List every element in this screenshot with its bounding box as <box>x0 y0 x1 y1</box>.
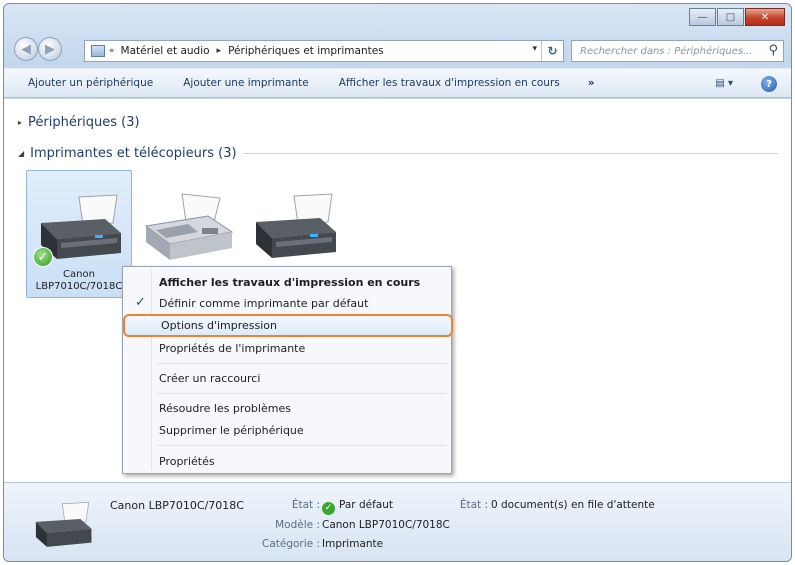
details-state-label: État : <box>291 499 320 511</box>
command-bar: Ajouter un périphérique Ajouter une impr… <box>4 68 791 98</box>
menu-item-label: Propriétés <box>159 454 215 468</box>
add-printer-button[interactable]: Ajouter une imprimante <box>183 77 308 89</box>
address-row: ◀ ▶ « Matériel et audio ▸ Périphériques … <box>4 34 791 64</box>
details-queue-value: 0 document(s) en file d'attente <box>491 499 655 511</box>
details-model-label: Modèle : <box>275 519 320 531</box>
add-device-button[interactable]: Ajouter un périphérique <box>28 77 153 89</box>
details-category-label: Catégorie : <box>261 538 320 550</box>
default-check-icon: ✓ <box>322 502 335 515</box>
breadcrumb-hardware-sound[interactable]: Matériel et audio <box>121 45 210 57</box>
search-input[interactable]: Rechercher dans : Périphériques... ⚲ <box>571 40 784 62</box>
menu-item-create-shortcut[interactable]: Créer un raccourci <box>127 368 447 388</box>
group-printers-title: Imprimantes et télécopieurs (3) <box>30 146 237 161</box>
group-devices[interactable]: ▸ Périphériques (3) <box>18 115 140 130</box>
expand-icon[interactable]: ▸ <box>18 118 22 127</box>
close-button[interactable]: ✕ <box>745 8 785 26</box>
menu-item-set-default[interactable]: ✓ Définir comme imprimante par défaut <box>127 293 447 313</box>
menu-item-label: Définir comme imprimante par défaut <box>159 296 369 310</box>
search-placeholder: Rechercher dans : Périphériques... <box>580 45 753 57</box>
control-panel-icon <box>91 45 105 57</box>
menu-separator <box>157 393 447 394</box>
see-print-jobs-button[interactable]: Afficher les travaux d'impression en cou… <box>339 77 560 89</box>
breadcrumb-separator-icon[interactable]: ▸ <box>217 46 222 56</box>
menu-item-properties[interactable]: Propriétés <box>127 451 447 471</box>
details-state-text: Par défaut <box>339 499 393 511</box>
menu-separator <box>157 445 447 446</box>
menu-item-label: Créer un raccourci <box>159 371 261 385</box>
printer-label: Canon LBP7010C/7018C <box>27 269 131 293</box>
more-commands-button[interactable]: » <box>588 77 595 89</box>
menu-item-label: Options d'impression <box>161 319 277 332</box>
details-category-value: Imprimante <box>322 538 384 550</box>
menu-item-label: Afficher les travaux d'impression en cou… <box>159 275 421 289</box>
menu-item-printing-preferences[interactable]: Options d'impression <box>123 314 453 337</box>
details-printer-name: Canon LBP7010C/7018C <box>110 499 244 512</box>
menu-separator <box>157 363 447 364</box>
back-button[interactable]: ◀ <box>14 37 38 61</box>
search-icon[interactable]: ⚲ <box>768 43 778 58</box>
menu-item-remove-device[interactable]: Supprimer le périphérique <box>127 420 447 440</box>
printer-label-line2: LBP7010C/7018C <box>35 281 123 292</box>
menu-item-label: Résoudre les problèmes <box>159 401 291 415</box>
menu-item-label: Supprimer le périphérique <box>159 423 304 437</box>
group-divider <box>242 153 778 154</box>
default-printer-check-icon: ✓ <box>33 247 53 267</box>
printer-icon <box>256 193 336 258</box>
menu-item-troubleshoot[interactable]: Résoudre les problèmes <box>127 398 447 418</box>
checkmark-icon: ✓ <box>135 295 146 310</box>
address-dropdown-icon[interactable]: ▾ <box>532 44 537 54</box>
details-pane: Canon LBP7010C/7018C État : ✓ Par défaut … <box>4 482 791 561</box>
fax-icon <box>144 193 234 260</box>
address-prefix: « <box>109 46 115 56</box>
window-controls: — □ ✕ <box>689 8 785 26</box>
details-state-value: ✓ Par défaut <box>322 499 393 515</box>
address-bar[interactable]: « Matériel et audio ▸ Périphériques et i… <box>84 40 564 62</box>
change-view-button[interactable]: ▤ ▾ <box>715 78 733 89</box>
printer-icon <box>35 502 92 547</box>
forward-button[interactable]: ▶ <box>38 37 62 61</box>
breadcrumb-devices-printers[interactable]: Périphériques et imprimantes <box>228 45 384 57</box>
group-printers[interactable]: ◢ Imprimantes et télécopieurs (3) <box>18 146 778 161</box>
refresh-icon[interactable]: ↻ <box>541 41 563 61</box>
collapse-icon[interactable]: ◢ <box>18 149 24 158</box>
details-model-value: Canon LBP7010C/7018C <box>322 519 450 531</box>
maximize-button[interactable]: □ <box>717 8 744 26</box>
menu-item-see-print-jobs[interactable]: Afficher les travaux d'impression en cou… <box>127 272 447 292</box>
printer-label-line1: Canon <box>63 269 95 280</box>
group-devices-title: Périphériques (3) <box>28 115 140 130</box>
title-bar: — □ ✕ <box>4 4 791 32</box>
minimize-button[interactable]: — <box>689 8 716 26</box>
context-menu: Afficher les travaux d'impression en cou… <box>122 266 453 474</box>
help-icon[interactable]: ? <box>761 76 777 92</box>
details-queue-label: État : <box>459 499 488 511</box>
printer-item-canon[interactable]: ✓ Canon LBP7010C/7018C <box>26 170 132 298</box>
menu-item-printer-properties[interactable]: Propriétés de l'imprimante <box>127 338 447 358</box>
menu-item-label: Propriétés de l'imprimante <box>159 341 306 355</box>
